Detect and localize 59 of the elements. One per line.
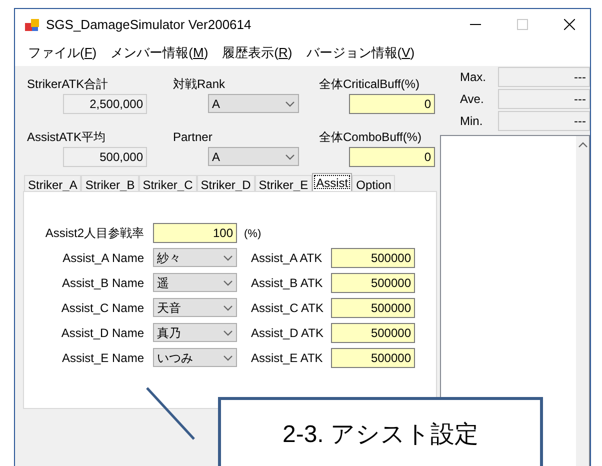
menu-item[interactable]: バージョン情報(V) — [299, 43, 422, 63]
stat-label: Max. — [460, 69, 488, 86]
window-title: SGS_DamageSimulator Ver200614 — [46, 16, 252, 34]
field-label: Assist_B ATK — [251, 274, 324, 292]
input-field[interactable]: 500000 — [331, 272, 415, 292]
dropdown[interactable]: いつみ — [153, 348, 237, 367]
unit-label: (%) — [244, 227, 262, 242]
app-icon — [24, 16, 40, 32]
field-label: Assist_C Name — [60, 300, 144, 316]
dropdown[interactable]: A — [208, 147, 299, 166]
dropdown[interactable]: 真乃 — [153, 323, 237, 342]
field-label: AssistATK平均 — [27, 130, 106, 145]
menu-item[interactable]: ファイル(F) — [21, 43, 104, 63]
stat-value: --- — [498, 89, 590, 109]
scroll-up-icon — [578, 142, 588, 148]
input-field[interactable]: 500000 — [331, 348, 415, 368]
leader-line — [146, 387, 195, 440]
tab[interactable]: Assist — [312, 173, 352, 191]
menu-item[interactable]: メンバー情報(M) — [104, 43, 216, 63]
input-field[interactable]: 500000 — [331, 248, 415, 268]
input-field[interactable]: 100 — [153, 222, 237, 242]
dropdown[interactable]: 紗々 — [153, 248, 237, 267]
tab[interactable]: Striker_A — [24, 175, 82, 191]
input-field[interactable]: 0 — [349, 147, 435, 167]
stat-value: --- — [498, 67, 590, 87]
tab[interactable]: Striker_B — [81, 175, 139, 191]
input-field[interactable]: 0 — [349, 94, 435, 114]
callout-text: 2-3. アシスト設定 — [282, 420, 479, 450]
field-label: Assist2人目参戦率 — [44, 224, 144, 242]
dropdown[interactable]: 遥 — [153, 273, 237, 292]
field-label: Assist_E Name — [60, 350, 144, 366]
field-label: Assist_E ATK — [251, 350, 324, 366]
field-label: Assist_D ATK — [251, 324, 324, 342]
tab[interactable]: Striker_E — [254, 175, 312, 191]
field-label: Assist_C ATK — [251, 300, 324, 316]
field-label: 全体CriticalBuff(%) — [319, 77, 420, 92]
field-label: Assist_A ATK — [251, 250, 324, 266]
readonly-field: 2,500,000 — [63, 94, 147, 114]
input-field[interactable]: 500000 — [331, 322, 415, 342]
input-field[interactable]: 500000 — [331, 298, 415, 318]
stat-label: Ave. — [460, 91, 485, 108]
field-label: StrikerATK合計 — [27, 77, 110, 92]
menu-item[interactable]: 履歴表示(R) — [215, 43, 300, 63]
field-label: Assist_B Name — [60, 274, 144, 292]
readonly-field: 500,000 — [63, 147, 147, 167]
close-icon[interactable] — [564, 19, 575, 30]
tab[interactable]: Option — [352, 175, 396, 191]
tab[interactable]: Striker_D — [196, 175, 255, 191]
stat-value: --- — [498, 111, 590, 131]
dropdown[interactable]: A — [208, 94, 299, 113]
field-label: Assist_A Name — [62, 250, 144, 266]
tab[interactable]: Striker_C — [138, 175, 197, 191]
field-label: 対戦Rank — [173, 77, 226, 92]
field-label: 全体ComboBuff(%) — [319, 130, 422, 145]
dropdown[interactable]: 天音 — [153, 298, 237, 317]
field-label: Assist_D Name — [60, 324, 144, 342]
scrollbar[interactable] — [576, 136, 589, 466]
field-label: Partner — [173, 130, 214, 145]
stat-label: Min. — [460, 113, 484, 130]
